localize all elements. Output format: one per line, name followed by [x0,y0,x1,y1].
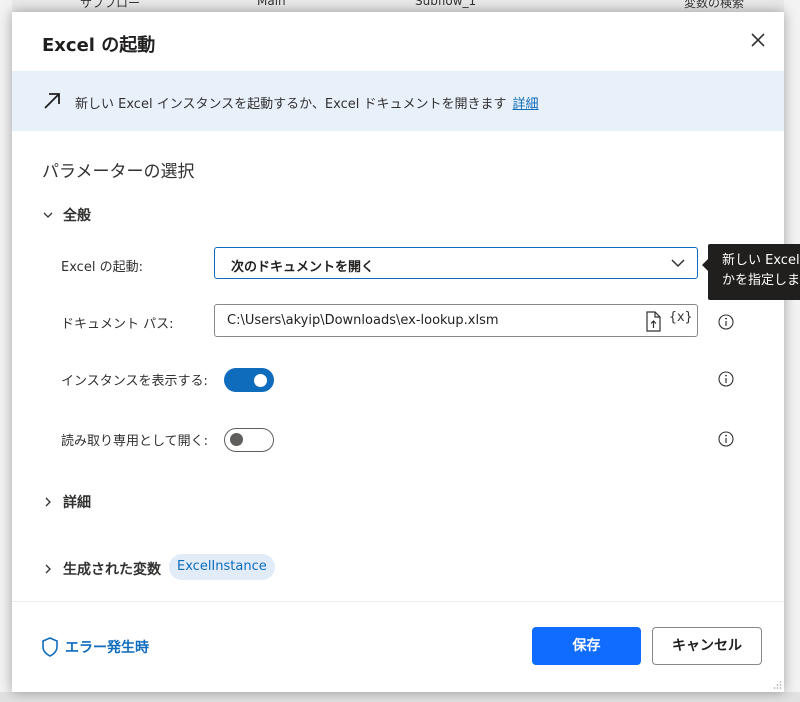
background-left-panel [0,0,12,702]
launch-mode-select[interactable]: 次のドキュメントを開く [214,247,698,279]
chevron-down-icon [671,259,685,268]
description-body: 新しい Excel インスタンスを起動するか、Excel ドキュメントを開きます [75,97,507,112]
launch-excel-dialog: Excel の起動 新しい Excel インスタンスを起動するか、Excel ド… [12,12,784,692]
document-path-value: C:\Users\akyip\Downloads\ex-lookup.xlsm [227,313,499,328]
toggle-knob [230,433,243,446]
tooltip-line-1: 新しい Excel [722,253,800,268]
insert-variable-icon[interactable]: {x} [669,310,692,325]
on-error-link[interactable]: エラー発生時 [41,637,149,657]
description-bar: 新しい Excel インスタンスを起動するか、Excel ドキュメントを開きます… [12,71,784,131]
learn-more-link[interactable]: 詳細 [513,97,539,112]
general-group-toggle[interactable]: 全般 [43,205,91,225]
info-icon[interactable] [718,314,734,330]
advanced-group-toggle[interactable]: 詳細 [43,492,91,512]
close-icon[interactable] [748,30,768,50]
document-path-input[interactable]: C:\Users\akyip\Downloads\ex-lookup.xlsm … [214,304,698,337]
background-tab-main[interactable]: Main [257,0,286,8]
toggle-knob [254,373,267,387]
save-button[interactable]: 保存 [532,627,641,665]
document-path-label: ドキュメント パス: [61,317,174,332]
description-text: 新しい Excel インスタンスを起動するか、Excel ドキュメントを開きます… [75,93,539,112]
background-variable-search[interactable]: 変数の検索 [684,0,744,11]
info-icon[interactable] [718,431,734,447]
on-error-label: エラー発生時 [65,640,149,656]
background-tab-strip: サブフロー Main Subflow_1 変数の検索 [0,0,800,12]
read-only-label: 読み取り専用として開く: [61,434,208,449]
chevron-down-icon [43,212,53,218]
resize-grip-icon[interactable] [772,680,782,690]
show-instance-label: インスタンスを表示する: [61,374,208,389]
footer-divider [12,601,784,602]
read-only-toggle[interactable] [224,428,274,452]
background-bottom-bar [0,692,800,702]
shield-icon [42,637,58,657]
chevron-right-icon [45,564,51,574]
background-tab-subflows[interactable]: サブフロー [80,0,140,11]
general-group-label: 全般 [63,208,91,224]
tooltip-line-2: かを指定しま [722,273,800,288]
chevron-right-icon [45,497,51,507]
background-tab-subflow1[interactable]: Subflow_1 [415,0,476,8]
file-browse-icon[interactable] [643,311,663,332]
dialog-title: Excel の起動 [42,35,156,56]
generated-variables-toggle[interactable]: 生成された変数 [43,559,161,579]
info-icon[interactable] [718,371,734,387]
advanced-group-label: 詳細 [63,495,91,511]
cancel-button[interactable]: キャンセル [652,627,762,665]
excel-instance-variable-badge[interactable]: ExcelInstance [169,554,275,580]
background-right-panel [784,0,800,702]
generated-variables-label: 生成された変数 [63,562,161,578]
launch-arrow-icon [44,93,60,109]
info-tooltip: 新しい Excel かを指定しま [708,244,800,300]
launch-mode-value: 次のドキュメントを開く [231,260,375,275]
parameters-heading: パラメーターの選択 [42,162,195,182]
show-instance-toggle[interactable] [224,368,274,392]
launch-mode-label: Excel の起動: [61,260,143,275]
